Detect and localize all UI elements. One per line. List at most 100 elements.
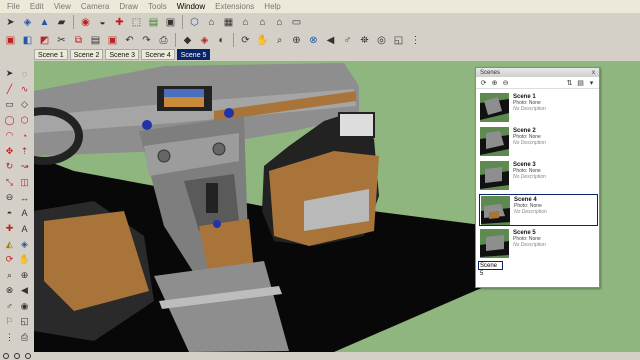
new-file-icon[interactable]: ▣ [3, 33, 18, 48]
help-icon[interactable] [25, 353, 31, 359]
3d-text-icon[interactable]: ▣ [163, 15, 178, 30]
scene-tab-3[interactable]: Scene 3 [105, 49, 140, 60]
zoom-icon[interactable]: ⌕ [272, 33, 287, 48]
position-camera-icon[interactable]: ♂ [2, 299, 17, 315]
left-view-icon[interactable]: ▭ [289, 15, 304, 30]
menu-help[interactable]: Help [259, 0, 285, 13]
eraser-icon[interactable]: ◌ [17, 66, 32, 82]
follow-me-icon[interactable]: ◐ [214, 33, 229, 48]
menu-view[interactable]: View [49, 0, 76, 13]
menu-camera[interactable]: Camera [76, 0, 114, 13]
follow-me-icon[interactable]: ↝ [17, 159, 32, 175]
footprint-icon[interactable]: ⋮ [2, 330, 17, 346]
axes-icon[interactable]: ✚ [2, 221, 17, 237]
cut-icon[interactable]: ✂ [54, 33, 69, 48]
text-icon[interactable]: A [17, 206, 32, 222]
redo-icon[interactable]: ↷ [139, 33, 154, 48]
select-icon[interactable]: ➤ [2, 66, 17, 82]
print-icon[interactable]: ⎙ [156, 33, 171, 48]
zoom-icon[interactable]: ⌕ [2, 268, 17, 284]
right-view-icon[interactable]: ⌂ [255, 15, 270, 30]
section-plane-icon[interactable]: ⬡ [187, 15, 202, 30]
tape-measure-icon[interactable]: ◉ [78, 15, 93, 30]
scene-tab-1[interactable]: Scene 1 [34, 49, 68, 60]
freehand-icon[interactable]: ∿ [17, 82, 32, 98]
pan-icon[interactable]: ✋ [255, 33, 270, 48]
scene-list-item-selected[interactable]: Scene 4 Photo: None No Description [479, 194, 598, 226]
refresh-icon[interactable]: ⟳ [479, 78, 488, 87]
zoom-extents-icon[interactable]: ⊗ [306, 33, 321, 48]
scene-tab-5[interactable]: Scene 5 [176, 49, 211, 60]
open-icon[interactable]: ◧ [20, 33, 35, 48]
scene-list-item[interactable]: Scene 1 Photo: None No Description [479, 92, 598, 124]
zoom-extents-icon[interactable]: ⊗ [2, 283, 17, 299]
iso-view-icon[interactable]: ⌂ [204, 15, 219, 30]
back-view-icon[interactable]: ⌂ [272, 15, 287, 30]
previous-view-icon[interactable]: ◀ [323, 33, 338, 48]
menu-edit[interactable]: Edit [25, 0, 49, 13]
move-scene-icon[interactable]: ⇅ [565, 78, 574, 87]
position-camera-icon[interactable]: ♂ [340, 33, 355, 48]
rotate-icon[interactable]: ↻ [2, 159, 17, 175]
scene-tab-4[interactable]: Scene 4 [141, 49, 175, 60]
circle-icon[interactable]: ◯ [2, 113, 17, 129]
push-pull-icon[interactable]: ⇡ [17, 144, 32, 160]
section-icon[interactable]: ◱ [391, 33, 406, 48]
orbit-icon[interactable]: ⟳ [238, 33, 253, 48]
rotated-rectangle-icon[interactable]: ◇ [17, 97, 32, 113]
rectangle-icon[interactable]: ▭ [2, 97, 17, 113]
walk-icon[interactable]: ⛯ [357, 33, 372, 48]
undo-icon[interactable]: ↶ [122, 33, 137, 48]
axes-icon[interactable]: ✚ [112, 15, 127, 30]
menu-tools[interactable]: Tools [143, 0, 172, 13]
component-icon[interactable]: ◈ [17, 237, 32, 253]
erase-icon[interactable]: ▣ [105, 33, 120, 48]
scene-rename-input[interactable]: Scene 5 [478, 261, 503, 277]
scene-list-item[interactable]: Scene 5 Photo: None No Description [479, 228, 598, 260]
orbit-icon[interactable]: ⟳ [2, 252, 17, 268]
line-icon[interactable]: ╱ [2, 82, 17, 98]
tape-measure-icon[interactable]: ⊖ [2, 190, 17, 206]
menu-file[interactable]: File [2, 0, 25, 13]
footprint-icon[interactable]: ⋮ [408, 33, 423, 48]
paste-icon[interactable]: ▤ [88, 33, 103, 48]
paint-bucket-icon[interactable]: ▲ [37, 15, 52, 30]
menu-draw[interactable]: Draw [114, 0, 143, 13]
menu-window[interactable]: Window [172, 0, 210, 13]
pan-icon[interactable]: ✋ [17, 252, 32, 268]
text-icon[interactable]: ▤ [146, 15, 161, 30]
protractor-icon[interactable]: ◓ [2, 206, 17, 222]
front-view-icon[interactable]: ⌂ [238, 15, 253, 30]
select-arrow-icon[interactable]: ➤ [3, 15, 18, 30]
remove-scene-icon[interactable]: ⊖ [501, 78, 510, 87]
details-icon[interactable]: ▾ [587, 78, 596, 87]
look-around-icon[interactable]: ◎ [374, 33, 389, 48]
section-plane-icon[interactable]: ◱ [17, 314, 32, 330]
scale-icon[interactable]: ⤡ [2, 175, 17, 191]
copy-icon[interactable]: ⧉ [71, 33, 86, 48]
3d-text-icon[interactable]: A [17, 221, 32, 237]
add-scene-icon[interactable]: ⊕ [490, 78, 499, 87]
geo-location-icon[interactable] [3, 353, 9, 359]
offset-icon[interactable]: ◫ [17, 175, 32, 191]
protractor-icon[interactable]: ◒ [95, 15, 110, 30]
credits-icon[interactable] [14, 353, 20, 359]
model-info-icon[interactable]: ◆ [180, 33, 195, 48]
scene-list-item[interactable]: Scene 3 Photo: None No Description [479, 160, 598, 192]
component-icon[interactable]: ◈ [20, 15, 35, 30]
dimension-icon[interactable]: ↔ [17, 190, 32, 206]
top-view-icon[interactable]: ▦ [221, 15, 236, 30]
polygon-icon[interactable]: ⬡ [17, 113, 32, 129]
eraser-icon[interactable]: ▰ [54, 15, 69, 30]
scene-tab-2[interactable]: Scene 2 [69, 49, 104, 60]
print-icon[interactable]: ⎙ [17, 330, 32, 346]
paint-bucket-icon[interactable]: ◭ [2, 237, 17, 253]
walk-icon[interactable]: ⚐ [2, 314, 17, 330]
pie-icon[interactable]: ◔ [17, 128, 32, 144]
menu-extensions[interactable]: Extensions [210, 0, 259, 13]
dimension-icon[interactable]: ⬚ [129, 15, 144, 30]
zoom-window-icon[interactable]: ⊕ [289, 33, 304, 48]
close-icon[interactable]: x [592, 70, 595, 76]
look-around-icon[interactable]: ◉ [17, 299, 32, 315]
scene-list-item[interactable]: Scene 2 Photo: None No Description [479, 126, 598, 158]
